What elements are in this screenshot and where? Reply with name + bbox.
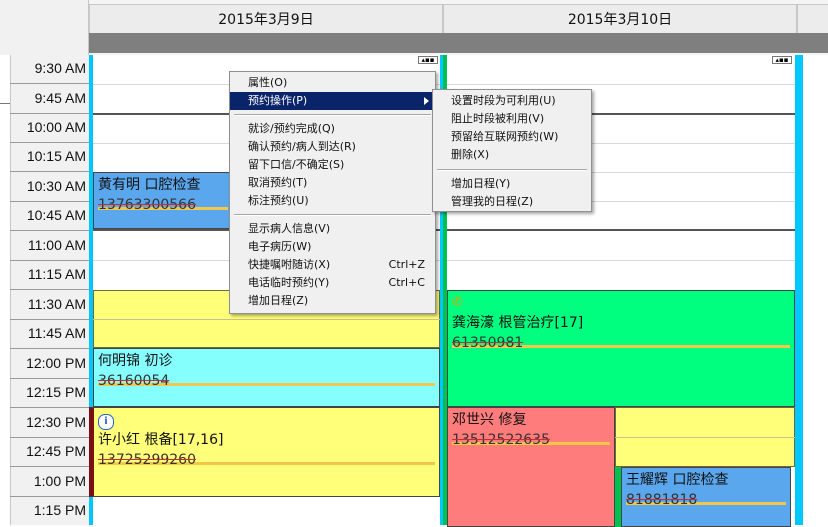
time-label: 1:00 PM xyxy=(33,473,86,489)
menu-item-label: 取消预约(T) xyxy=(248,176,308,189)
time-label: 12:30 PM xyxy=(26,414,86,430)
menu-item-quick-followup[interactable]: 快捷嘱咐随访(X) Ctrl+Z xyxy=(230,256,435,274)
appointment-title: 王耀辉 口腔检查 xyxy=(626,472,729,488)
appointment-title: 许小红 根备[17,16] xyxy=(98,432,224,448)
appointment-phone: 13512522635 xyxy=(452,430,610,450)
appointment-phone: 36160054 xyxy=(98,371,435,391)
info-icon-row: i xyxy=(98,410,435,430)
submenu-item-manage-schedule[interactable]: 管理我的日程(Z) xyxy=(433,193,591,211)
menu-item-appointment-ops[interactable]: 预约操作(P) xyxy=(230,92,435,110)
menu-item-label: 电子病历(W) xyxy=(248,240,312,253)
menu-item-label: 属性(O) xyxy=(248,76,288,89)
menu-separator xyxy=(437,169,587,171)
menu-item-leave-message[interactable]: 留下口信/不确定(S) xyxy=(230,156,435,174)
time-label: 11:00 AM xyxy=(27,237,86,253)
allday-bar-day1[interactable] xyxy=(89,33,443,53)
menu-item-properties[interactable]: 属性(O) xyxy=(230,74,435,92)
date-header-day3[interactable] xyxy=(797,4,828,34)
menu-item-label: 预约操作(P) xyxy=(248,94,308,107)
hour-line xyxy=(447,229,795,231)
time-label: 12:15 PM xyxy=(26,384,86,400)
menu-item-label: 电话临时预约(Y) xyxy=(248,276,330,289)
time-label: 1:15 PM xyxy=(33,502,86,518)
submenu-item-delete[interactable]: 删除(X) xyxy=(433,146,591,164)
time-label: 10:00 AM xyxy=(26,119,86,135)
collapse-toggle-icon[interactable]: ▴▪▪ xyxy=(418,56,438,64)
menu-item-label: 标注预约(U) xyxy=(248,194,309,207)
allday-bar-day3[interactable] xyxy=(797,33,828,53)
time-label: 12:45 PM xyxy=(26,443,86,459)
submenu-item-set-available[interactable]: 设置时段为可利用(U) xyxy=(433,92,591,110)
menu-item-add-schedule[interactable]: 增加日程(Z) xyxy=(230,292,435,310)
time-label: 12:00 PM xyxy=(26,355,86,371)
menu-item-label: 留下口信/不确定(S) xyxy=(248,158,345,171)
menu-item-phone-booking[interactable]: 电话临时预约(Y) Ctrl+C xyxy=(230,274,435,292)
time-label: 9:45 AM xyxy=(34,90,86,106)
menu-item-label: 增加日程(Z) xyxy=(248,294,309,307)
appointment-phone: 61350981 xyxy=(452,333,790,353)
appointment-block[interactable]: 何明锦 初诊 36160054 xyxy=(93,348,440,407)
slot-line xyxy=(447,84,795,85)
info-icon[interactable]: i xyxy=(98,414,114,430)
submenu-item-block-slot[interactable]: 阻止时段被利用(V) xyxy=(433,110,591,128)
menu-item-patient-info[interactable]: 显示病人信息(V) xyxy=(230,220,435,238)
allday-bar-day2[interactable] xyxy=(443,33,797,53)
menu-item-confirm-arrival[interactable]: 确认预约/病人到达(R) xyxy=(230,138,435,156)
slot-line xyxy=(615,437,795,438)
menu-item-cancel[interactable]: 取消预约(T) xyxy=(230,174,435,192)
time-label: 11:15 AM xyxy=(27,266,86,282)
time-label: 9:30 AM xyxy=(34,60,86,76)
menu-item-label: 管理我的日程(Z) xyxy=(451,195,534,208)
menu-shortcut: Ctrl+Z xyxy=(388,258,425,271)
context-menu[interactable]: 属性(O) 预约操作(P) 就诊/预约完成(Q) 确认预约/病人到达(R) 留下… xyxy=(229,71,436,314)
time-label: 10:30 AM xyxy=(26,178,86,194)
menu-shortcut: Ctrl+C xyxy=(388,276,425,289)
appointment-phone: 81881818 xyxy=(626,490,786,510)
time-header-corner xyxy=(0,0,89,55)
slot-line xyxy=(447,260,795,261)
appointment-block[interactable]: ✆ 龚海濠 根管治疗[17] 61350981 xyxy=(447,290,795,407)
appointment-title: 黄有明 口腔检查 xyxy=(98,177,201,193)
menu-item-label: 设置时段为可利用(U) xyxy=(451,94,556,107)
submenu-item-reserve-online[interactable]: 预留给互联网预约(W) xyxy=(433,128,591,146)
day2-right-stripe xyxy=(795,55,803,525)
menu-item-label: 显示病人信息(V) xyxy=(248,222,331,235)
time-label: 11:30 AM xyxy=(27,296,86,312)
menu-item-label: 阻止时段被利用(V) xyxy=(451,112,545,125)
appointment-phone: 13763300566 xyxy=(98,195,228,215)
menu-item-label: 就诊/预约完成(Q) xyxy=(248,122,335,135)
menu-item-emr[interactable]: 电子病历(W) xyxy=(230,238,435,256)
collapse-toggle-icon[interactable]: ▴▪▪ xyxy=(772,56,792,64)
menu-item-label: 预留给互联网预约(W) xyxy=(451,130,559,143)
date-header-day2[interactable]: 2015年3月10日 xyxy=(443,4,797,34)
appointment-block[interactable]: i 许小红 根备[17,16] 13725299260 xyxy=(89,407,440,497)
time-label: 10:15 AM xyxy=(26,148,86,164)
slot-line xyxy=(93,319,440,320)
menu-separator xyxy=(234,214,431,216)
submenu-arrow-icon xyxy=(424,97,429,105)
appointment-block[interactable]: 黄有明 口腔检查 13763300566 xyxy=(93,172,233,229)
date-header-day1[interactable]: 2015年3月9日 xyxy=(89,4,443,34)
appointment-title: 何明锦 初诊 xyxy=(98,353,173,369)
menu-item-label: 删除(X) xyxy=(451,148,490,161)
submenu-item-add-schedule[interactable]: 增加日程(Y) xyxy=(433,175,591,193)
day-column-3[interactable] xyxy=(803,55,828,525)
menu-item-label: 快捷嘱咐随访(X) xyxy=(248,258,331,271)
menu-separator xyxy=(234,114,431,116)
appointment-block[interactable]: 邓世兴 修复 13512522635 xyxy=(447,407,615,527)
appointment-phone: 13725299260 xyxy=(98,450,435,470)
appointment-title: 龚海濠 根管治疗[17] xyxy=(452,315,584,331)
menu-item-complete[interactable]: 就诊/预约完成(Q) xyxy=(230,120,435,138)
submenu[interactable]: 设置时段为可利用(U) 阻止时段被利用(V) 预留给互联网预约(W) 删除(X)… xyxy=(432,89,592,212)
appointment-block[interactable]: 王耀辉 口腔检查 81881818 xyxy=(621,467,791,527)
hour-tick xyxy=(0,103,10,104)
menu-item-mark[interactable]: 标注预约(U) xyxy=(230,192,435,210)
appointment-title: 邓世兴 修复 xyxy=(452,412,527,428)
time-label: 11:45 AM xyxy=(27,325,86,341)
menu-item-label: 增加日程(Y) xyxy=(451,177,511,190)
menu-item-label: 确认预约/病人到达(R) xyxy=(248,140,356,153)
phone-icon[interactable]: ✆ xyxy=(452,293,790,313)
time-label: 10:45 AM xyxy=(26,207,86,223)
